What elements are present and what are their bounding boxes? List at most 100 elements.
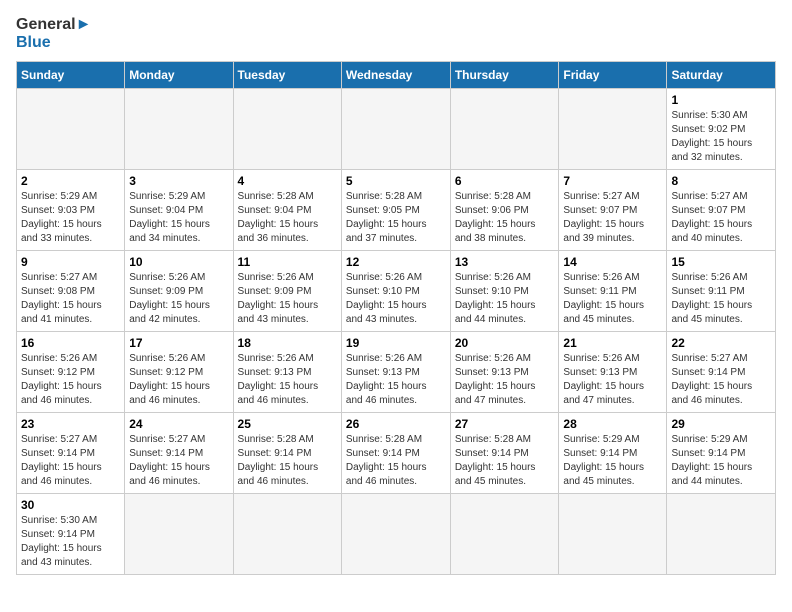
day-number: 11 xyxy=(238,255,337,269)
calendar-cell: 7 Sunrise: 5:27 AM Sunset: 9:07 PM Daylig… xyxy=(559,170,667,251)
header-tuesday: Tuesday xyxy=(233,62,341,89)
calendar-cell: 8Sunrise: 5:27 AM Sunset: 9:07 PM Daylig… xyxy=(667,170,776,251)
calendar-cell: 26 Sunrise: 5:28 AM Sunset: 9:14 PM Dayli… xyxy=(341,413,450,494)
logo-general: General► xyxy=(16,16,91,34)
calendar-week-2: 2 Sunrise: 5:29 AM Sunset: 9:03 PM Daylig… xyxy=(17,170,776,251)
calendar-cell: 2 Sunrise: 5:29 AM Sunset: 9:03 PM Daylig… xyxy=(17,170,125,251)
day-number: 2 xyxy=(21,174,120,188)
calendar-cell: 16Sunrise: 5:26 AM Sunset: 9:12 PM Dayli… xyxy=(17,332,125,413)
calendar-cell xyxy=(450,494,559,575)
calendar-cell xyxy=(450,89,559,170)
logo: General► Blue xyxy=(16,16,91,51)
calendar-cell xyxy=(559,89,667,170)
day-number: 16 xyxy=(21,336,120,350)
header-wednesday: Wednesday xyxy=(341,62,450,89)
day-info: Sunrise: 5:28 AM Sunset: 9:05 PM Dayligh… xyxy=(346,190,446,246)
calendar-table: SundayMondayTuesdayWednesdayThursdayFrid… xyxy=(16,61,776,575)
day-number: 15 xyxy=(671,255,771,269)
calendar-cell: 28 Sunrise: 5:29 AM Sunset: 9:14 PM Dayli… xyxy=(559,413,667,494)
day-info: Sunrise: 5:26 AM Sunset: 9:13 PM Dayligh… xyxy=(455,352,555,408)
day-info: Sunrise: 5:28 AM Sunset: 9:14 PM Dayligh… xyxy=(238,433,337,489)
calendar-cell: 6 Sunrise: 5:28 AM Sunset: 9:06 PM Daylig… xyxy=(450,170,559,251)
day-number: 28 xyxy=(563,417,662,431)
day-number: 9 xyxy=(21,255,120,269)
day-info: Sunrise: 5:28 AM Sunset: 9:06 PM Dayligh… xyxy=(455,190,555,246)
calendar-cell: 23 Sunrise: 5:27 AM Sunset: 9:14 PM Dayli… xyxy=(17,413,125,494)
day-number: 18 xyxy=(238,336,337,350)
day-info: Sunrise: 5:27 AM Sunset: 9:07 PM Dayligh… xyxy=(671,190,771,246)
day-number: 26 xyxy=(346,417,446,431)
day-number: 6 xyxy=(455,174,555,188)
day-info: Sunrise: 5:26 AM Sunset: 9:10 PM Dayligh… xyxy=(346,271,446,327)
logo-container: General► Blue xyxy=(16,16,91,51)
day-info: Sunrise: 5:26 AM Sunset: 9:12 PM Dayligh… xyxy=(129,352,228,408)
calendar-cell: 25 Sunrise: 5:28 AM Sunset: 9:14 PM Dayli… xyxy=(233,413,341,494)
day-number: 3 xyxy=(129,174,228,188)
calendar-cell: 20Sunrise: 5:26 AM Sunset: 9:13 PM Dayli… xyxy=(450,332,559,413)
day-info: Sunrise: 5:26 AM Sunset: 9:09 PM Dayligh… xyxy=(129,271,228,327)
day-number: 21 xyxy=(563,336,662,350)
day-number: 13 xyxy=(455,255,555,269)
calendar-cell: 18 Sunrise: 5:26 AM Sunset: 9:13 PM Dayli… xyxy=(233,332,341,413)
day-number: 30 xyxy=(21,498,120,512)
day-info: Sunrise: 5:28 AM Sunset: 9:04 PM Dayligh… xyxy=(238,190,337,246)
calendar-cell: 12Sunrise: 5:26 AM Sunset: 9:10 PM Dayli… xyxy=(341,251,450,332)
calendar-cell: 29Sunrise: 5:29 AM Sunset: 9:14 PM Dayli… xyxy=(667,413,776,494)
calendar-week-1: 1 Sunrise: 5:30 AM Sunset: 9:02 PM Daylig… xyxy=(17,89,776,170)
header-thursday: Thursday xyxy=(450,62,559,89)
day-number: 24 xyxy=(129,417,228,431)
calendar-week-5: 23 Sunrise: 5:27 AM Sunset: 9:14 PM Dayli… xyxy=(17,413,776,494)
calendar-cell: 1 Sunrise: 5:30 AM Sunset: 9:02 PM Daylig… xyxy=(667,89,776,170)
day-info: Sunrise: 5:27 AM Sunset: 9:14 PM Dayligh… xyxy=(671,352,771,408)
calendar-cell xyxy=(559,494,667,575)
calendar-cell: 4Sunrise: 5:28 AM Sunset: 9:04 PM Daylig… xyxy=(233,170,341,251)
calendar-cell xyxy=(233,494,341,575)
day-info: Sunrise: 5:27 AM Sunset: 9:08 PM Dayligh… xyxy=(21,271,120,327)
calendar-week-3: 9 Sunrise: 5:27 AM Sunset: 9:08 PM Daylig… xyxy=(17,251,776,332)
day-number: 23 xyxy=(21,417,120,431)
day-info: Sunrise: 5:29 AM Sunset: 9:04 PM Dayligh… xyxy=(129,190,228,246)
day-info: Sunrise: 5:26 AM Sunset: 9:11 PM Dayligh… xyxy=(563,271,662,327)
day-number: 7 xyxy=(563,174,662,188)
calendar-cell: 13 Sunrise: 5:26 AM Sunset: 9:10 PM Dayli… xyxy=(450,251,559,332)
calendar-cell xyxy=(341,494,450,575)
header-monday: Monday xyxy=(125,62,233,89)
logo-blue: Blue xyxy=(16,34,91,52)
calendar-cell: 9 Sunrise: 5:27 AM Sunset: 9:08 PM Daylig… xyxy=(17,251,125,332)
calendar-cell: 22 Sunrise: 5:27 AM Sunset: 9:14 PM Dayli… xyxy=(667,332,776,413)
day-info: Sunrise: 5:29 AM Sunset: 9:14 PM Dayligh… xyxy=(563,433,662,489)
calendar-cell: 19Sunrise: 5:26 AM Sunset: 9:13 PM Dayli… xyxy=(341,332,450,413)
day-number: 25 xyxy=(238,417,337,431)
day-number: 10 xyxy=(129,255,228,269)
page-header: General► Blue xyxy=(16,16,776,51)
day-number: 17 xyxy=(129,336,228,350)
calendar-cell: 11 Sunrise: 5:26 AM Sunset: 9:09 PM Dayli… xyxy=(233,251,341,332)
day-info: Sunrise: 5:26 AM Sunset: 9:13 PM Dayligh… xyxy=(238,352,337,408)
calendar-cell: 30 Sunrise: 5:30 AM Sunset: 9:14 PM Dayli… xyxy=(17,494,125,575)
header-friday: Friday xyxy=(559,62,667,89)
calendar-cell: 14 Sunrise: 5:26 AM Sunset: 9:11 PM Dayli… xyxy=(559,251,667,332)
calendar-cell: 24Sunrise: 5:27 AM Sunset: 9:14 PM Dayli… xyxy=(125,413,233,494)
day-info: Sunrise: 5:28 AM Sunset: 9:14 PM Dayligh… xyxy=(346,433,446,489)
calendar-cell xyxy=(125,494,233,575)
calendar-cell: 5 Sunrise: 5:28 AM Sunset: 9:05 PM Daylig… xyxy=(341,170,450,251)
day-info: Sunrise: 5:27 AM Sunset: 9:07 PM Dayligh… xyxy=(563,190,662,246)
day-info: Sunrise: 5:29 AM Sunset: 9:03 PM Dayligh… xyxy=(21,190,120,246)
calendar-week-6: 30 Sunrise: 5:30 AM Sunset: 9:14 PM Dayli… xyxy=(17,494,776,575)
day-number: 14 xyxy=(563,255,662,269)
day-number: 1 xyxy=(671,93,771,107)
calendar-cell xyxy=(125,89,233,170)
day-info: Sunrise: 5:26 AM Sunset: 9:13 PM Dayligh… xyxy=(346,352,446,408)
header-saturday: Saturday xyxy=(667,62,776,89)
header-sunday: Sunday xyxy=(17,62,125,89)
day-info: Sunrise: 5:30 AM Sunset: 9:02 PM Dayligh… xyxy=(671,109,771,165)
day-info: Sunrise: 5:26 AM Sunset: 9:09 PM Dayligh… xyxy=(238,271,337,327)
day-info: Sunrise: 5:27 AM Sunset: 9:14 PM Dayligh… xyxy=(21,433,120,489)
calendar-cell xyxy=(667,494,776,575)
calendar-cell xyxy=(17,89,125,170)
day-number: 5 xyxy=(346,174,446,188)
calendar-cell xyxy=(341,89,450,170)
day-info: Sunrise: 5:30 AM Sunset: 9:14 PM Dayligh… xyxy=(21,514,120,570)
day-number: 22 xyxy=(671,336,771,350)
day-info: Sunrise: 5:26 AM Sunset: 9:10 PM Dayligh… xyxy=(455,271,555,327)
